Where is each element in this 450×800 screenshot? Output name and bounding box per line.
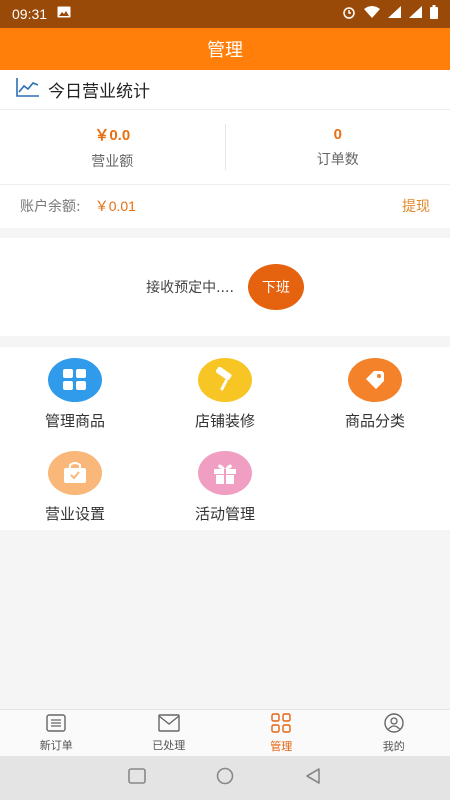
tab-new-orders-label: 新订单 [39,738,73,752]
business-settings-item[interactable]: 营业设置 [0,451,150,524]
stats-title: 今日营业统计 [48,82,150,102]
balance-value: ￥0.01 [94,198,136,214]
business-settings-label: 营业设置 [44,505,105,523]
tab-processed-label: 已处理 [152,738,186,752]
today-stats-card: 今日营业统计 ￥0.0 营业额 0 订单数 账户余额: ￥0.01 提现 [0,70,450,228]
status-bar: 09:31 [0,0,450,28]
tab-mine-label: 我的 [382,739,405,753]
tab-manage-label: 管理 [270,739,293,753]
revenue-value: ￥0.0 [94,126,131,144]
chart-trend-icon [16,77,48,102]
receive-status-card: 接收预定中.... 下班 [0,238,450,336]
balance-label: 账户余额: [20,199,81,215]
wifi-icon [364,6,380,22]
page-title: 管理 [207,40,243,61]
orders-label: 订单数 [316,151,359,168]
shop-decoration-label: 店铺装修 [194,412,255,430]
home-icon[interactable] [216,767,234,789]
tab-processed[interactable]: 已处理 [113,710,226,756]
status-time: 09:31 [12,6,48,22]
grid-icon [48,358,102,402]
balance-row: 账户余额: ￥0.01 提现 [0,185,450,227]
receive-status-text: 接收预定中.... [146,280,234,296]
revenue-stat: ￥0.0 营业额 [0,110,225,184]
activity-management-label: 活动管理 [194,505,255,523]
signal-icon [388,6,401,22]
product-category-label: 商品分类 [344,412,405,430]
off-work-button[interactable]: 下班 [247,264,304,310]
grid-icon [271,712,291,736]
back-icon[interactable] [304,767,322,789]
tag-icon [348,358,402,402]
signal-icon [409,6,422,22]
image-icon [57,6,71,22]
user-icon [384,712,404,736]
revenue-label: 营业额 [91,153,134,170]
recent-apps-icon[interactable] [128,768,146,788]
tab-manage[interactable]: 管理 [225,710,338,756]
shop-decoration-item[interactable]: 店铺装修 [150,358,300,431]
tab-new-orders[interactable]: 新订单 [0,710,113,756]
gift-icon [198,451,252,495]
mail-icon [158,713,180,735]
list-icon [46,713,66,735]
paint-roller-icon [198,358,252,402]
orders-value: 0 [333,125,342,143]
activity-management-item[interactable]: 活动管理 [150,451,300,524]
system-nav-bar [0,756,450,800]
function-grid: 管理商品 店铺装修 商品分类 营业设置 活动管理 [0,347,450,530]
title-bar: 管理 [0,28,450,70]
stats-values-row: ￥0.0 营业额 0 订单数 [0,110,450,185]
bottom-tab-bar: 新订单 已处理 管理 我的 [0,709,450,756]
alarm-icon [342,5,356,23]
product-category-item[interactable]: 商品分类 [300,358,450,431]
orders-stat: 0 订单数 [226,110,450,184]
battery-icon [430,5,438,23]
stats-header: 今日营业统计 [0,70,450,110]
manage-products-item[interactable]: 管理商品 [0,358,150,431]
tab-mine[interactable]: 我的 [338,710,450,756]
shopping-bag-icon [48,451,102,495]
manage-products-label: 管理商品 [44,412,105,430]
withdraw-link[interactable]: 提现 [402,196,430,216]
